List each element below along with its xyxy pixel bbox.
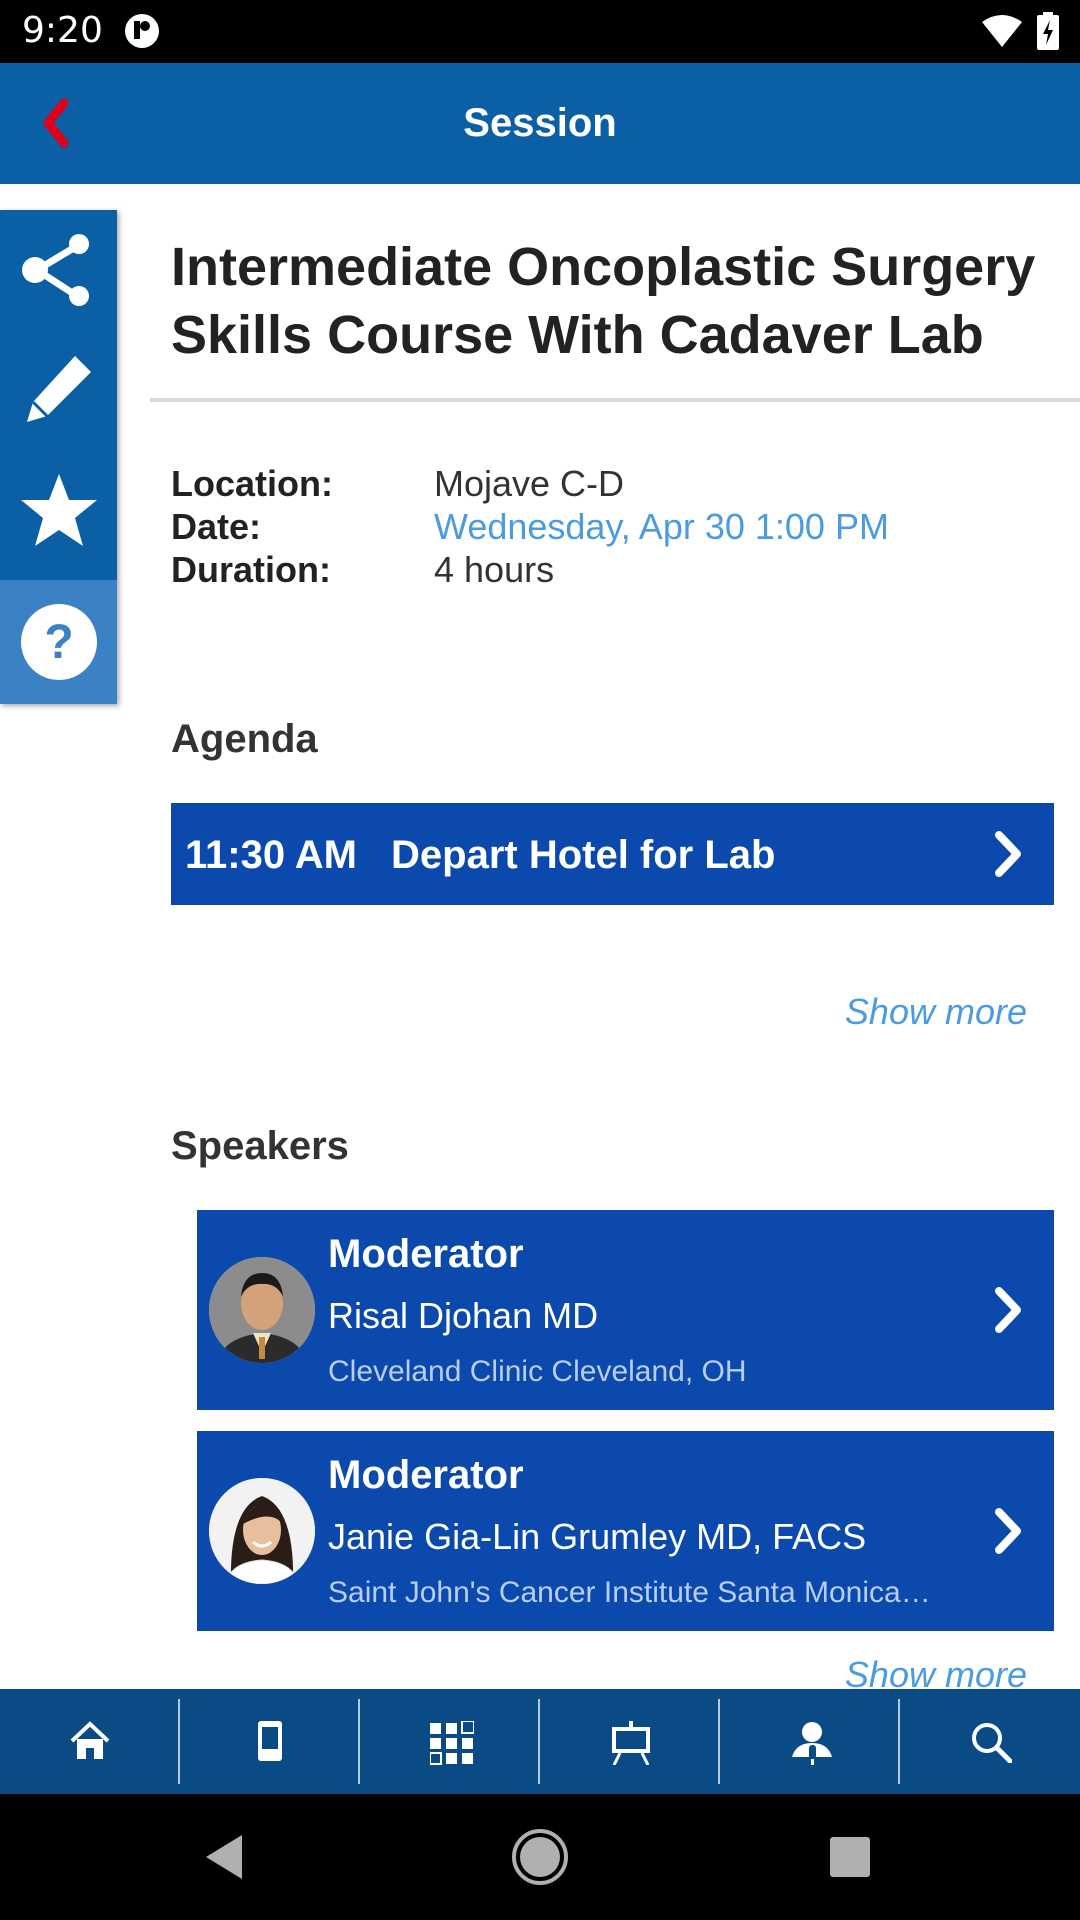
nav-search[interactable]: [900, 1689, 1080, 1794]
home-icon: [70, 1721, 110, 1759]
svg-text:?: ?: [44, 616, 73, 669]
agenda-item[interactable]: 11:30 AM Depart Hotel for Lab: [171, 803, 1054, 905]
bottom-navigation: [0, 1689, 1080, 1794]
nav-device[interactable]: [180, 1689, 360, 1794]
divider: [150, 398, 1080, 402]
speaker-card[interactable]: Moderator Janie Gia-Lin Grumley MD, FACS…: [197, 1431, 1054, 1631]
avatar: [209, 1257, 315, 1363]
system-navigation-bar: [0, 1794, 1080, 1920]
agenda-show-more-link[interactable]: Show more: [845, 991, 1027, 1033]
speaker-icon: [792, 1722, 832, 1765]
chevron-right-icon: [995, 1287, 1021, 1333]
agenda-heading: Agenda: [171, 717, 318, 761]
agenda-title: Depart Hotel for Lab: [391, 833, 776, 877]
speaker-name: Risal Djohan MD: [328, 1295, 599, 1336]
action-rail-primary: [0, 210, 117, 580]
speaker-card[interactable]: Moderator Risal Djohan MD Cleveland Clin…: [197, 1210, 1054, 1410]
duration-value: 4 hours: [434, 549, 555, 590]
detail-label: Duration:: [171, 549, 331, 590]
speaker-name: Janie Gia-Lin Grumley MD, FACS: [328, 1516, 867, 1557]
pencil-icon: [27, 356, 91, 422]
star-icon: [21, 474, 97, 546]
detail-label: Location:: [171, 463, 333, 504]
speakers-heading: Speakers: [171, 1124, 349, 1168]
nav-schedule[interactable]: [360, 1689, 540, 1794]
system-back-icon[interactable]: [196, 1827, 256, 1887]
location-value: Mojave C-D: [434, 463, 625, 504]
nav-home[interactable]: [0, 1689, 180, 1794]
system-home-icon[interactable]: [510, 1827, 570, 1887]
detail-label: Date:: [171, 506, 262, 547]
agenda-time: 11:30 AM: [185, 833, 357, 877]
notes-button[interactable]: [0, 330, 117, 450]
share-button[interactable]: [0, 210, 117, 330]
chevron-right-icon: [995, 831, 1021, 877]
chevron-right-icon: [995, 1508, 1021, 1554]
speaker-role: Moderator: [328, 1453, 524, 1497]
system-recents-icon[interactable]: [820, 1827, 880, 1887]
favorite-button[interactable]: [0, 450, 117, 570]
avatar: [209, 1478, 315, 1584]
status-time: 9:20: [22, 10, 103, 51]
nav-presentations[interactable]: [540, 1689, 720, 1794]
speaker-role: Moderator: [328, 1232, 524, 1276]
page-title: Session: [463, 101, 617, 145]
wifi-icon: [982, 15, 1022, 47]
battery-icon: [1037, 12, 1059, 50]
app-bar: Session: [0, 63, 1080, 184]
action-rail: ?: [0, 210, 117, 704]
help-button[interactable]: ?: [0, 580, 117, 704]
session-title: Intermediate Oncoplastic Surgery Skills …: [171, 237, 1036, 365]
date-link[interactable]: Wednesday, Apr 30 1:00 PM: [434, 506, 889, 548]
share-icon: [22, 234, 89, 306]
speaker-organization: Saint John's Cancer Institute Santa Moni…: [328, 1576, 938, 1609]
nav-speakers[interactable]: [720, 1689, 900, 1794]
mobile-device-icon: [258, 1721, 282, 1761]
presentation-icon: [612, 1721, 650, 1765]
app-notification-icon: [125, 14, 159, 48]
grid-schedule-icon: [430, 1721, 474, 1765]
status-bar: 9:20: [0, 0, 1080, 63]
speaker-organization: Cleveland Clinic Cleveland, OH: [328, 1355, 747, 1388]
search-icon: [972, 1723, 1012, 1763]
help-icon: ?: [21, 604, 97, 680]
